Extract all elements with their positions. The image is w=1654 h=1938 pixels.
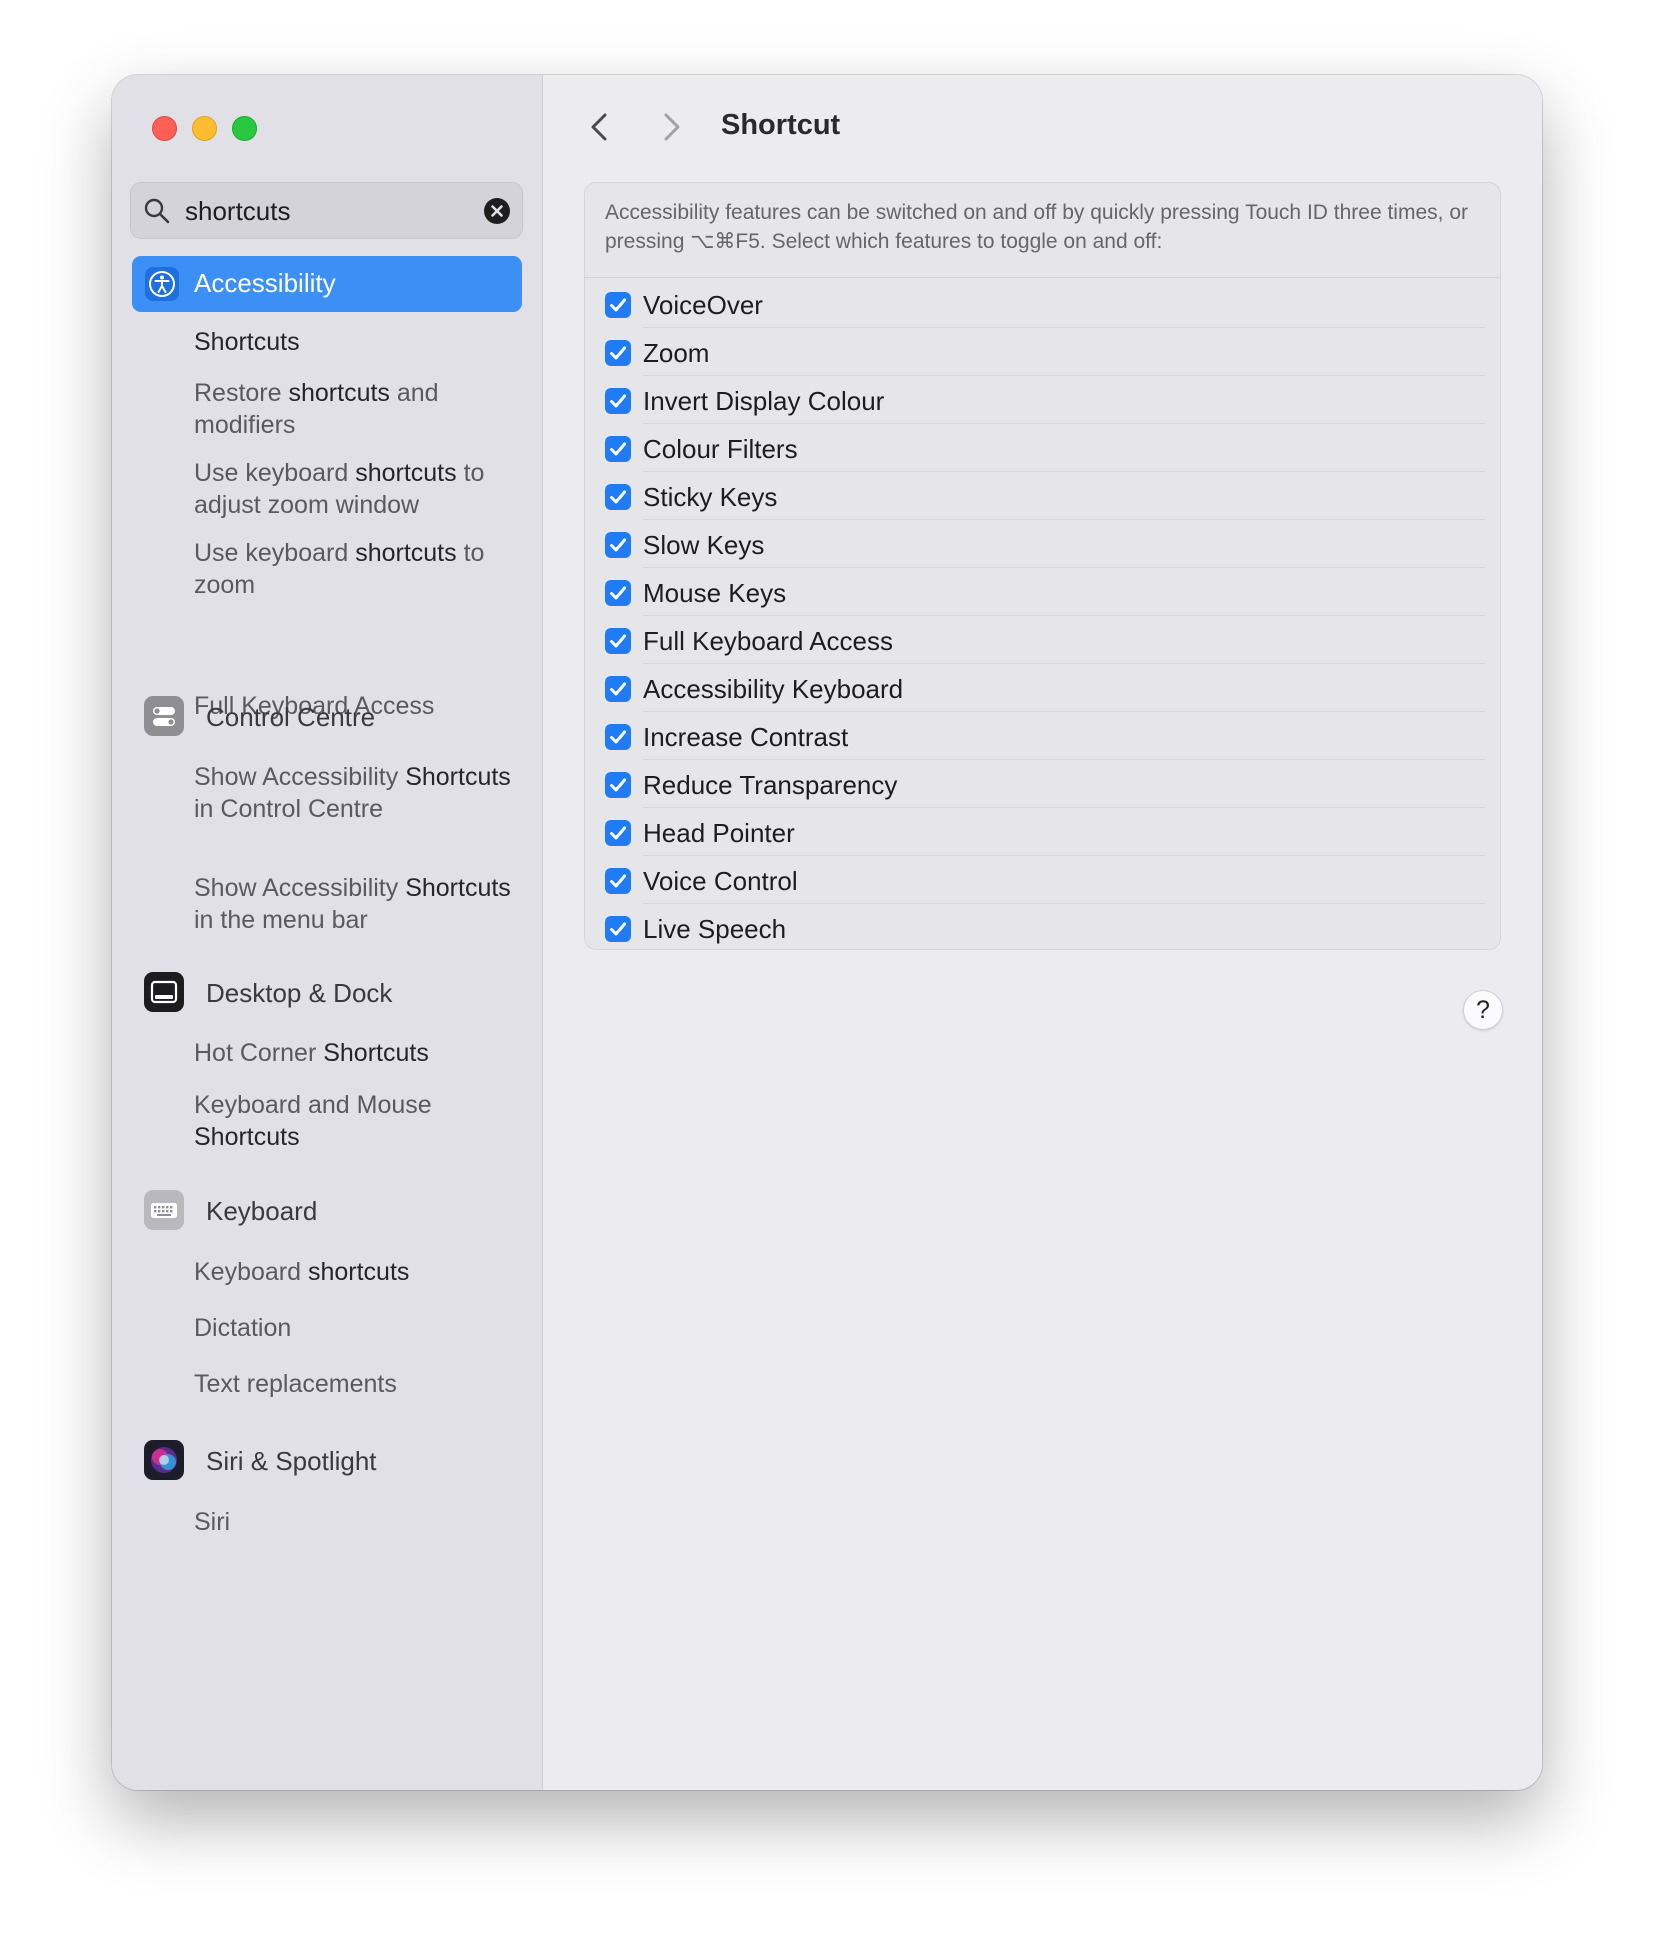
feature-checkbox-row[interactable]: VoiceOver — [605, 280, 1485, 328]
sidebar-result-dictation[interactable]: Dictation — [194, 1312, 514, 1344]
sidebar-result-hot-corner-shortcuts[interactable]: Hot Corner Shortcuts — [194, 1037, 514, 1069]
sidebar-result-shortcuts[interactable]: Shortcuts — [194, 326, 514, 358]
feature-checkbox-row[interactable]: Accessibility Keyboard — [605, 664, 1485, 712]
search-field[interactable]: shortcuts — [130, 182, 523, 239]
help-button[interactable]: ? — [1463, 990, 1503, 1030]
feature-checkbox-row[interactable]: Live Speech — [605, 904, 1485, 952]
sidebar-result-keyboard-mouse-shortcuts[interactable]: Keyboard and Mouse Shortcuts — [194, 1089, 434, 1153]
checkbox-label: Mouse Keys — [643, 578, 787, 608]
sidebar-item-accessibility[interactable]: Accessibility — [132, 256, 522, 312]
checkbox-label: Colour Filters — [643, 434, 798, 464]
feature-checkbox-row[interactable]: Invert Display Colour — [605, 376, 1485, 424]
feature-checkbox-row[interactable]: Reduce Transparency — [605, 760, 1485, 808]
features-panel: Accessibility features can be switched o… — [584, 182, 1501, 950]
sidebar-item-label: Accessibility — [194, 268, 336, 298]
checkbox[interactable] — [605, 388, 631, 414]
feature-checkbox-row[interactable]: Voice Control — [605, 856, 1485, 904]
checkbox-label: Live Speech — [643, 914, 787, 944]
desktop-dock-icon — [144, 972, 184, 1012]
sidebar-result-siri[interactable]: Siri — [194, 1506, 514, 1538]
minimize-window-button[interactable] — [192, 116, 217, 141]
sidebar-category-label: Siri & Spotlight — [206, 1446, 377, 1476]
sidebar-result-keyboard-shortcuts[interactable]: Keyboard shortcuts — [194, 1256, 514, 1288]
accessibility-icon — [145, 267, 179, 301]
checkbox-label: VoiceOver — [643, 290, 763, 320]
checkbox-label: Head Pointer — [643, 818, 795, 848]
feature-checkbox-row[interactable]: Increase Contrast — [605, 712, 1485, 760]
sidebar-result-text-replacements[interactable]: Text replacements — [194, 1368, 514, 1400]
siri-icon — [144, 1440, 184, 1480]
sidebar-result-zoom-window-shortcuts[interactable]: Use keyboard shortcuts to adjust zoom wi… — [194, 457, 514, 521]
checkbox[interactable] — [605, 772, 631, 798]
checkbox[interactable] — [605, 532, 631, 558]
checkbox-label: Accessibility Keyboard — [643, 674, 904, 704]
sidebar: shortcuts Accessibility Shortcuts Restor… — [112, 75, 543, 1790]
checkbox[interactable] — [605, 676, 631, 702]
feature-checkbox-row[interactable]: Colour Filters — [605, 424, 1485, 472]
back-chevron-icon[interactable] — [585, 107, 615, 147]
description-text: Accessibility features can be switched o… — [605, 201, 1468, 253]
close-window-button[interactable] — [152, 116, 177, 141]
page-title: Shortcut — [721, 109, 841, 141]
forward-chevron-icon[interactable] — [656, 107, 686, 147]
checkbox[interactable] — [605, 628, 631, 654]
feature-checkbox-row[interactable]: Full Keyboard Access — [605, 616, 1485, 664]
checkbox[interactable] — [605, 724, 631, 750]
sidebar-result-show-in-menu-bar[interactable]: Show Accessibility Shortcuts in the menu… — [194, 872, 514, 936]
checkbox[interactable] — [605, 340, 631, 366]
sidebar-category-label: Keyboard — [206, 1196, 318, 1226]
sidebar-category-label: Desktop & Dock — [206, 978, 393, 1008]
clear-search-icon[interactable] — [484, 198, 510, 224]
keyboard-icon — [144, 1190, 184, 1230]
sidebar-category-label: Control Centre — [206, 702, 376, 732]
checkbox-label: Full Keyboard Access — [643, 626, 894, 656]
checkbox[interactable] — [605, 820, 631, 846]
sidebar-result-show-in-control-centre[interactable]: Show Accessibility Shortcuts in Control … — [194, 761, 514, 825]
feature-checkbox-row[interactable]: Zoom — [605, 328, 1485, 376]
divider — [585, 277, 1500, 278]
feature-checkbox-row[interactable]: Sticky Keys — [605, 472, 1485, 520]
sidebar-result-zoom-shortcuts[interactable]: Use keyboard shortcuts to zoom — [194, 537, 514, 601]
checkbox-label: Increase Contrast — [643, 722, 849, 752]
sidebar-result-restore-shortcuts[interactable]: Restore shortcuts and modifiers — [194, 377, 514, 441]
search-icon — [144, 198, 170, 224]
main-pane: Shortcut Accessibility features can be s… — [543, 75, 1542, 1790]
checkbox[interactable] — [605, 868, 631, 894]
checkbox[interactable] — [605, 292, 631, 318]
checkbox[interactable] — [605, 580, 631, 606]
checkbox-label: Invert Display Colour — [643, 386, 885, 416]
checkbox[interactable] — [605, 916, 631, 942]
checkbox-label: Zoom — [643, 338, 710, 368]
checkbox-label: Reduce Transparency — [643, 770, 898, 800]
checkbox[interactable] — [605, 484, 631, 510]
checkbox-label: Sticky Keys — [643, 482, 778, 512]
feature-checkbox-row[interactable]: Slow Keys — [605, 520, 1485, 568]
checkbox-label: Voice Control — [643, 866, 798, 896]
feature-checkbox-row[interactable]: Head Pointer — [605, 808, 1485, 856]
checkbox[interactable] — [605, 436, 631, 462]
zoom-window-button[interactable] — [232, 116, 257, 141]
checkbox-label: Slow Keys — [643, 530, 765, 560]
feature-checkbox-row[interactable]: Mouse Keys — [605, 568, 1485, 616]
search-input[interactable]: shortcuts — [185, 196, 291, 227]
settings-window: shortcuts Accessibility Shortcuts Restor… — [112, 75, 1542, 1790]
control-centre-icon — [144, 696, 184, 736]
